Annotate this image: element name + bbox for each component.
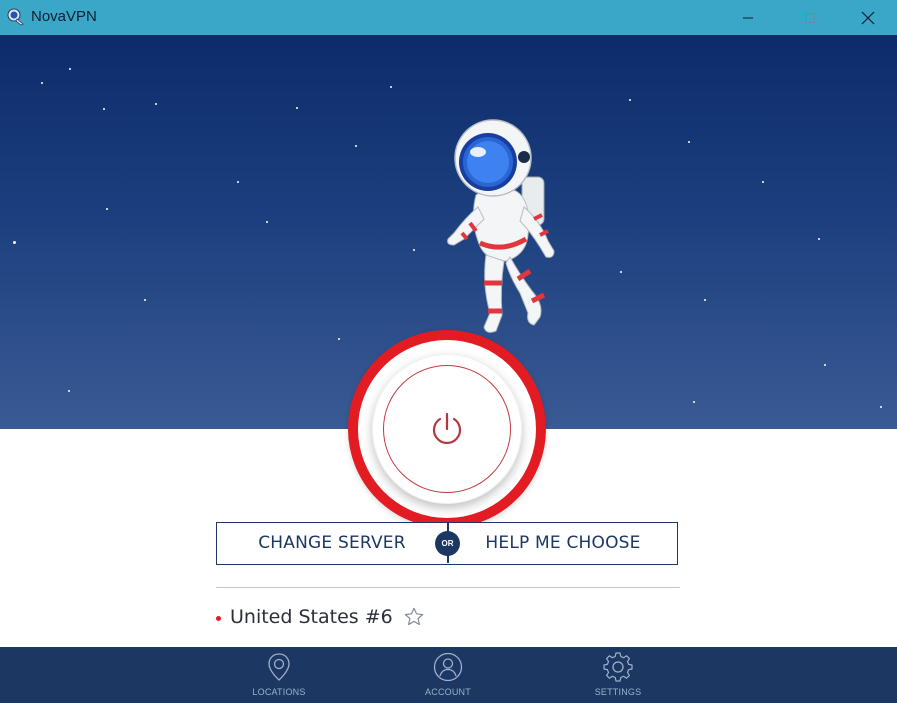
power-button-core xyxy=(383,365,511,493)
star-decoration xyxy=(103,108,105,110)
star-decoration xyxy=(237,181,239,183)
window-title: NovaVPN xyxy=(31,8,97,25)
status-dot-icon xyxy=(216,615,221,621)
star-decoration xyxy=(824,364,826,366)
star-decoration xyxy=(266,221,268,223)
star-decoration xyxy=(69,68,71,70)
star-decoration xyxy=(762,181,764,183)
title-bar: NovaVPN xyxy=(0,0,897,35)
maximize-button[interactable] xyxy=(787,0,833,35)
maximize-icon xyxy=(805,12,815,23)
star-decoration xyxy=(688,141,690,143)
star-decoration xyxy=(880,406,882,408)
star-decoration xyxy=(41,82,43,84)
bottom-navigation: LOCATIONS ACCOUNT SETTINGS xyxy=(0,647,897,703)
star-decoration xyxy=(413,249,415,251)
star-decoration xyxy=(620,271,622,273)
star-decoration xyxy=(296,107,298,109)
nav-settings[interactable]: SETTINGS xyxy=(573,651,663,701)
gear-icon xyxy=(603,652,633,682)
section-divider xyxy=(216,587,680,588)
star-decoration xyxy=(818,238,820,240)
nav-account[interactable]: ACCOUNT xyxy=(403,651,493,701)
star-decoration xyxy=(13,241,16,244)
change-server-button[interactable]: CHANGE SERVER xyxy=(217,523,447,563)
power-icon xyxy=(432,412,462,444)
star-decoration xyxy=(355,145,357,147)
power-button-face xyxy=(372,354,522,504)
or-badge: OR xyxy=(435,531,460,556)
star-decoration xyxy=(144,299,146,301)
server-action-bar: CHANGE SERVER HELP ME CHOOSE OR xyxy=(216,522,678,565)
connect-power-button[interactable] xyxy=(348,330,546,528)
nav-locations[interactable]: LOCATIONS xyxy=(234,651,324,701)
help-me-choose-button[interactable]: HELP ME CHOOSE xyxy=(447,523,679,563)
star-decoration xyxy=(693,401,695,403)
star-decoration xyxy=(338,338,340,340)
minimize-icon xyxy=(743,17,753,18)
astronaut-illustration xyxy=(447,119,555,333)
server-name: United States #6 xyxy=(230,606,393,628)
close-button[interactable] xyxy=(845,0,891,35)
star-outline-icon xyxy=(404,607,423,626)
close-icon xyxy=(861,11,875,24)
favorite-button[interactable] xyxy=(403,605,427,629)
star-decoration xyxy=(106,208,108,210)
nav-label-locations: LOCATIONS xyxy=(252,687,306,697)
star-decoration xyxy=(390,86,392,88)
current-server[interactable]: United States #6 xyxy=(216,603,427,631)
minimize-button[interactable] xyxy=(725,0,771,35)
star-decoration xyxy=(155,103,157,105)
nav-label-settings: SETTINGS xyxy=(594,687,642,697)
star-decoration xyxy=(68,390,70,392)
nav-label-account: ACCOUNT xyxy=(425,687,471,697)
star-decoration xyxy=(629,99,631,101)
star-decoration xyxy=(704,299,706,301)
app-logo-icon xyxy=(7,8,24,26)
user-icon xyxy=(433,652,463,682)
location-pin-icon xyxy=(268,653,290,681)
